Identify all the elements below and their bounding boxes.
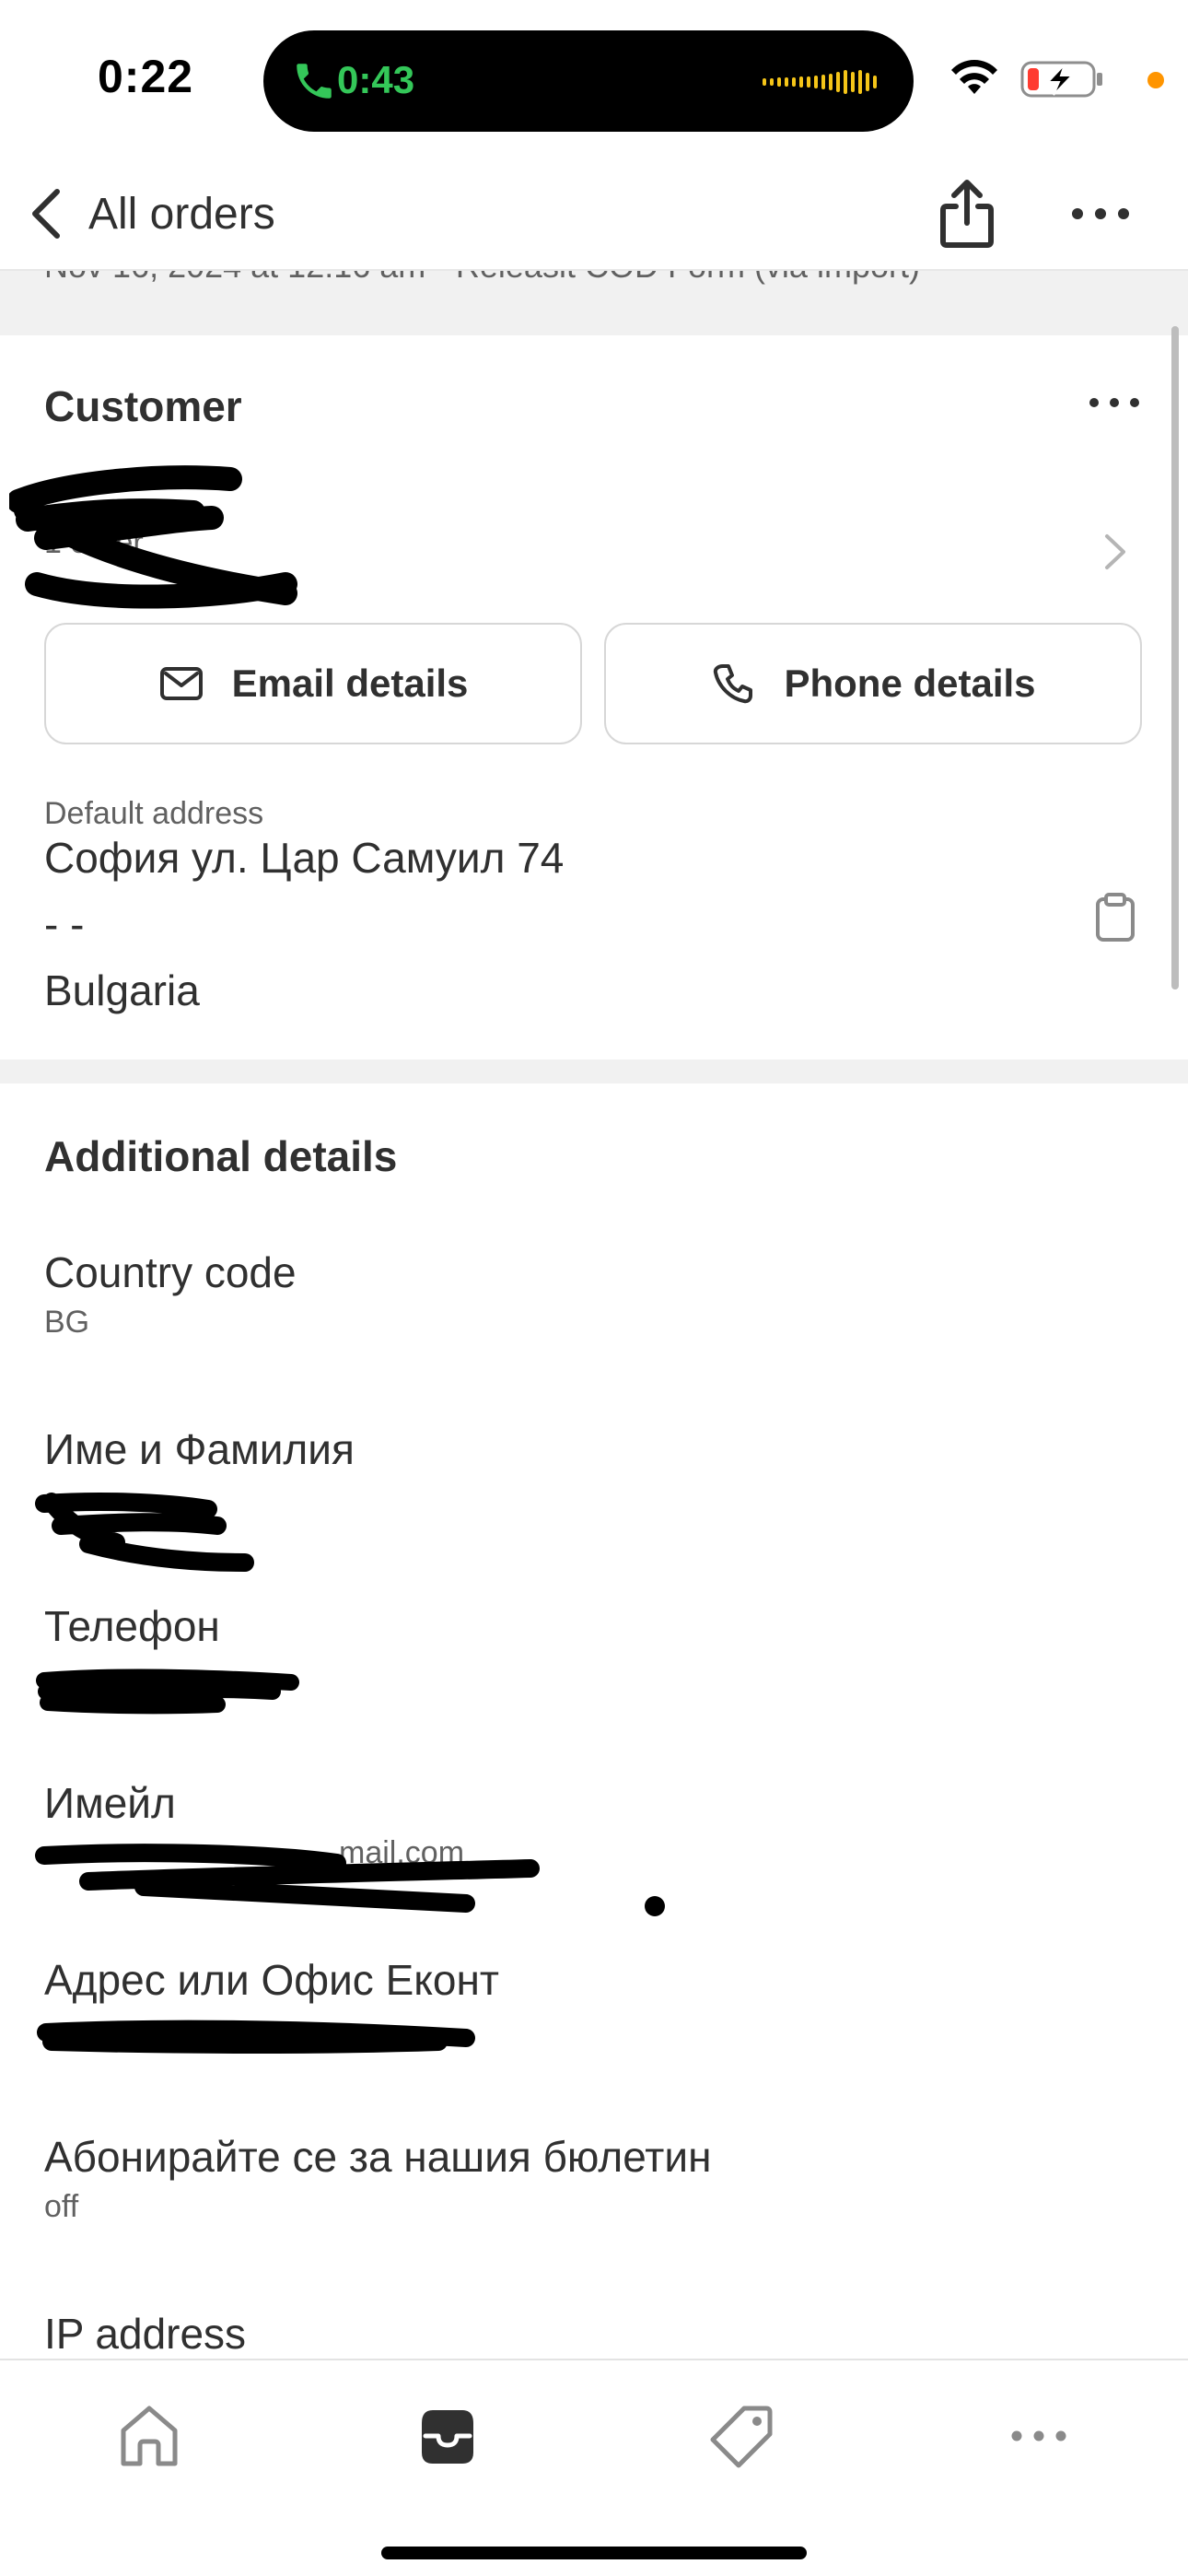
more-icon[interactable] (1002, 2399, 1076, 2473)
customer-row[interactable]: 1 order (0, 446, 1188, 612)
additional-section-title: Additional details (44, 1132, 398, 1180)
field-ip-address: IP address (44, 2309, 1103, 2359)
phone-details-label: Phone details (784, 662, 1036, 705)
audio-wave-icon (763, 65, 877, 99)
phone-call-icon (297, 64, 332, 99)
home-icon[interactable] (112, 2399, 186, 2473)
dynamic-island-call[interactable]: 0:43 (263, 30, 914, 132)
navigation-bar: All orders (0, 157, 1188, 271)
email-details-button[interactable]: Email details (44, 623, 582, 744)
field-value: BG (44, 1305, 90, 1340)
privacy-indicator-dot (1147, 72, 1164, 88)
phone-icon (714, 664, 753, 704)
redaction-scribble (35, 1844, 540, 1913)
home-indicator[interactable] (381, 2547, 807, 2559)
address-line-1: София ул. Цар Самуил 74 (44, 834, 565, 882)
stray-dot (645, 1896, 665, 1916)
back-button[interactable]: All orders (28, 179, 275, 249)
additional-details-card: Additional details Country code BG Име и… (0, 1083, 1188, 2359)
bottom-tab-bar (0, 2359, 1188, 2576)
redaction-scribble (9, 465, 297, 609)
redaction-scribble (37, 2020, 475, 2054)
wifi-icon (951, 60, 997, 94)
field-label: IP address (44, 2310, 247, 2358)
field-label: Телефон (44, 1602, 220, 1650)
copy-clipboard-icon[interactable] (1094, 892, 1136, 943)
status-time: 0:22 (98, 51, 194, 102)
customer-section-title: Customer (44, 382, 242, 430)
more-horizontal-icon[interactable] (1068, 193, 1133, 234)
default-address-label: Default address (44, 796, 264, 831)
envelope-icon (159, 667, 203, 700)
field-label: Имейл (44, 1779, 176, 1827)
field-country-code: Country code BG (44, 1247, 1103, 1341)
scrollbar[interactable] (1171, 326, 1179, 989)
call-duration: 0:43 (337, 58, 415, 101)
phone-details-button[interactable]: Phone details (604, 623, 1142, 744)
status-bar: 0:22 0:43 (0, 0, 1188, 157)
field-label: Country code (44, 1248, 297, 1296)
products-tag-icon[interactable] (705, 2399, 779, 2473)
redaction-scribble (36, 1669, 299, 1715)
orders-inbox-icon[interactable] (411, 2399, 484, 2473)
order-detail-scroll[interactable]: Customer 1 order Email details Phone det… (0, 271, 1188, 2359)
chevron-right-icon (1105, 534, 1125, 569)
chevron-left-icon (32, 189, 60, 239)
redaction-scribble (35, 1493, 254, 1572)
address-line-2: - - (44, 900, 85, 948)
customer-more-icon[interactable] (1087, 391, 1142, 415)
email-details-label: Email details (231, 662, 469, 705)
field-label: Име и Фамилия (44, 1425, 355, 1473)
field-value: off (44, 2189, 79, 2224)
customer-card: Customer 1 order Email details Phone det… (0, 335, 1188, 1060)
address-country: Bulgaria (44, 966, 200, 1014)
battery-charging-icon (1020, 61, 1102, 98)
field-label: Абонирайте се за нашия бюлетин (44, 2133, 712, 2181)
field-label: Адрес или Офис Еконт (44, 1956, 499, 2004)
share-icon[interactable] (934, 177, 1000, 251)
back-label: All orders (88, 189, 275, 239)
field-newsletter: Абонирайте се за нашия бюлетин off (44, 2132, 1103, 2225)
